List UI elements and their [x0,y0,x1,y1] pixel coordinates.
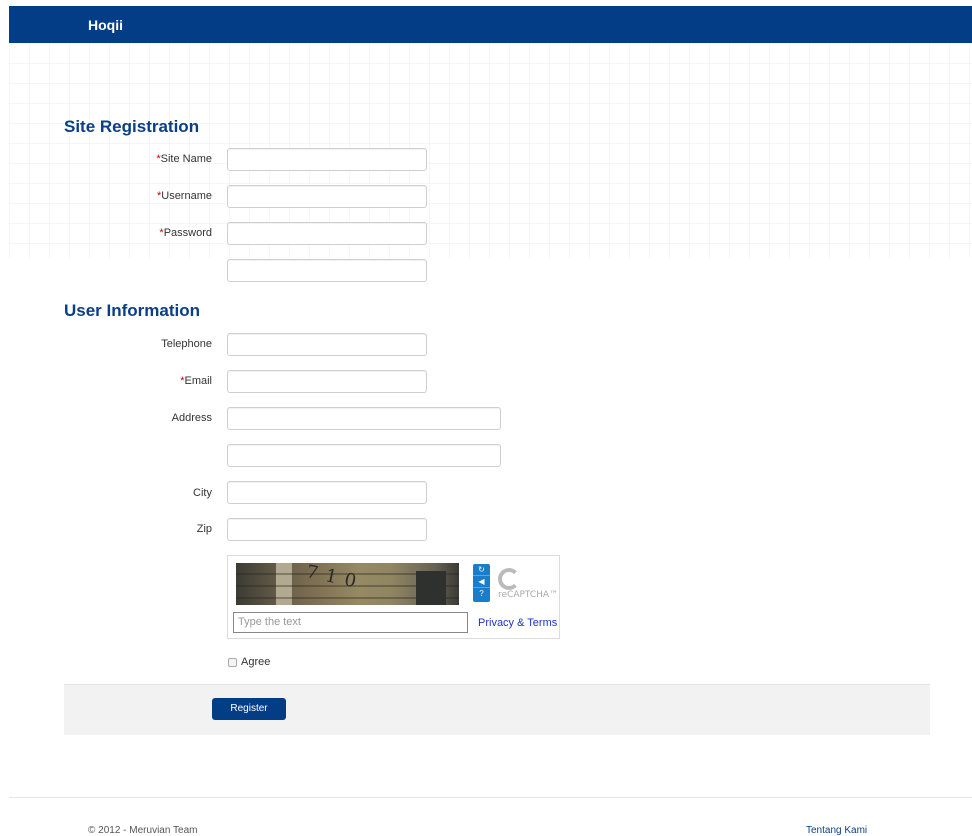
brand-logo[interactable]: Hoqii [88,17,123,33]
site-name-label: *Site Name [156,153,212,165]
captcha-image: 710 [236,563,459,605]
address-input-1[interactable] [227,407,501,430]
address-label: Address [171,412,212,424]
zip-label: Zip [196,523,212,535]
username-input[interactable] [227,185,427,208]
site-name-input[interactable] [227,148,427,171]
privacy-terms-link[interactable]: Privacy & Terms [478,617,557,629]
zip-input[interactable] [227,518,427,541]
agree-label: Agree [241,656,271,668]
telephone-label: Telephone [161,338,212,350]
top-navbar: Hoqii [9,6,972,43]
agree-checkbox-row[interactable]: Agree [228,656,270,668]
agree-checkbox[interactable] [228,657,237,667]
password-input[interactable] [227,222,427,245]
user-information-title: User Information [64,301,201,320]
password-label: *Password [159,227,212,239]
recaptcha-swoosh-icon [498,568,520,590]
footer-copyright: © 2012 - Meruvian Team [88,825,198,836]
city-label: City [193,487,212,499]
telephone-input[interactable] [227,333,427,356]
captcha-image-window [416,571,446,605]
help-icon[interactable]: ? [473,588,490,600]
email-label: *Email [180,375,212,387]
city-input[interactable] [227,481,427,504]
confirm-password-input[interactable] [227,259,427,282]
captcha-controls: ↻ ◀ ? [473,564,490,602]
register-button[interactable]: Register [212,698,286,720]
site-registration-title: Site Registration [64,117,200,136]
captcha-text-input[interactable]: Type the text [233,612,468,633]
email-input[interactable] [227,370,427,393]
captcha-image-text: 710 [304,563,366,594]
refresh-icon[interactable]: ↻ [473,564,490,576]
username-label: *Username [156,190,212,202]
recaptcha-widget: 710 ↻ ◀ ? reCAPTCHA™ Type the text Priva… [227,555,560,639]
recaptcha-logo: reCAPTCHA™ [498,568,559,600]
address-input-2[interactable] [227,444,501,467]
form-actions: Register [64,684,930,735]
audio-icon[interactable]: ◀ [473,576,490,588]
grid-background [9,43,972,258]
footer-divider [9,797,972,798]
footer-about-link[interactable]: Tentang Kami [806,825,867,836]
